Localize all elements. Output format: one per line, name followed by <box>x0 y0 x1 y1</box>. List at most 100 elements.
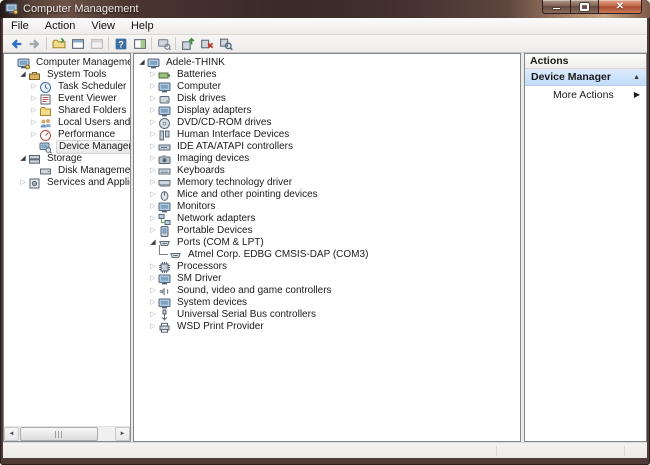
console-computer-button[interactable] <box>154 36 173 52</box>
tree-item-atmel-corp-edbg-cmsis-dap-com3[interactable]: Atmel Corp. EDBG CMSIS-DAP (COM3) <box>134 249 520 261</box>
expander-collapsed-icon[interactable]: ▷ <box>148 285 158 297</box>
close-button[interactable]: ✕ <box>599 0 642 14</box>
expander-expanded-icon[interactable]: ◢ <box>18 69 28 81</box>
export-list-button[interactable] <box>87 36 106 52</box>
tree-item-label: Sound, video and game controllers <box>175 285 334 297</box>
tree-item-label: Network adapters <box>175 213 257 225</box>
properties-button[interactable] <box>68 36 87 52</box>
tree-item-memory-technology-driver[interactable]: ▷Memory technology driver <box>134 177 520 189</box>
tb-scan-icon <box>219 37 233 51</box>
expander-expanded-icon[interactable]: ◢ <box>137 57 147 69</box>
show-hide-console-tree-button[interactable] <box>49 36 68 52</box>
scan-hardware-changes-button[interactable] <box>216 36 235 52</box>
tree-item-processors[interactable]: ▷Processors <box>134 261 520 273</box>
menu-help[interactable]: Help <box>123 18 162 34</box>
actions-group-device-manager[interactable]: Device Manager ▲ <box>525 69 646 86</box>
more-actions-item[interactable]: More Actions ▶ <box>525 86 646 103</box>
collapse-caret-icon[interactable]: ▲ <box>633 74 640 81</box>
expander-expanded-icon[interactable]: ◢ <box>18 153 28 165</box>
tree-item-ide-ata-atapi-controllers[interactable]: ▷IDE ATA/ATAPI controllers <box>134 141 520 153</box>
titlebar[interactable]: Computer Management ✕ <box>0 0 650 18</box>
tree-item-disk-drives[interactable]: ▷Disk drives <box>134 93 520 105</box>
expander-collapsed-icon[interactable]: ▷ <box>148 129 158 141</box>
expander-collapsed-icon[interactable]: ▷ <box>148 261 158 273</box>
scroll-right-arrow[interactable]: ► <box>115 427 130 441</box>
tree-item-system-devices[interactable]: ▷System devices <box>134 297 520 309</box>
expander-collapsed-icon[interactable]: ▷ <box>148 225 158 237</box>
expander-collapsed-icon[interactable]: ▷ <box>148 165 158 177</box>
console-tree-panel: Computer Management (Local◢System Tools▷… <box>3 53 131 442</box>
tree-item-sound-video-and-game-controllers[interactable]: ▷ Sound, video and game controllers <box>134 285 520 297</box>
tree-item-ports-com-lpt[interactable]: ◢Ports (COM & LPT) <box>134 237 520 249</box>
tree-item-network-adapters[interactable]: ▷ Network adapters <box>134 213 520 225</box>
tree-item-disk-management[interactable]: Disk Management <box>4 165 130 177</box>
tree-item-sm-driver[interactable]: ▷SM Driver <box>134 273 520 285</box>
tree-item-portable-devices[interactable]: ▷Portable Devices <box>134 225 520 237</box>
expander-collapsed-icon[interactable]: ▷ <box>148 81 158 93</box>
uninstall-button[interactable] <box>197 36 216 52</box>
toolbar-separator <box>108 37 109 50</box>
tree-item-adele-think[interactable]: ◢ Adele-THINK <box>134 57 520 69</box>
expander-collapsed-icon[interactable]: ▷ <box>148 189 158 201</box>
tree-item-services-and-applications[interactable]: ▷Services and Applications <box>4 177 130 189</box>
tree-item-universal-serial-bus-controllers[interactable]: ▷ Universal Serial Bus controllers <box>134 309 520 321</box>
expander-collapsed-icon[interactable]: ▷ <box>148 117 158 129</box>
tree-item-monitors[interactable]: ▷Monitors <box>134 201 520 213</box>
wsd-icon <box>158 321 172 334</box>
tree-item-computer-management-local[interactable]: Computer Management (Local <box>4 57 130 69</box>
expander-collapsed-icon[interactable]: ▷ <box>29 129 39 141</box>
tree-item-display-adapters[interactable]: ▷Display adapters <box>134 105 520 117</box>
tree-item-storage[interactable]: ◢Storage <box>4 153 130 165</box>
expander-collapsed-icon[interactable]: ▷ <box>18 177 28 189</box>
expander-collapsed-icon[interactable]: ▷ <box>148 93 158 105</box>
expander-collapsed-icon[interactable]: ▷ <box>148 141 158 153</box>
scroll-left-arrow[interactable]: ◄ <box>4 427 19 441</box>
expander-collapsed-icon[interactable]: ▷ <box>148 321 158 333</box>
tree-item-imaging-devices[interactable]: ▷Imaging devices <box>134 153 520 165</box>
expander-collapsed-icon[interactable]: ▷ <box>148 177 158 189</box>
tree-item-computer[interactable]: ▷Computer <box>134 81 520 93</box>
tree-item-task-scheduler[interactable]: ▷Task Scheduler <box>4 81 130 93</box>
tree-item-shared-folders[interactable]: ▷Shared Folders <box>4 105 130 117</box>
horizontal-scrollbar[interactable]: ◄ ► <box>4 426 130 441</box>
update-driver-button[interactable] <box>178 36 197 52</box>
help-button[interactable]: ? <box>111 36 130 52</box>
scrollbar-track[interactable] <box>19 427 115 441</box>
expander-collapsed-icon[interactable]: ▷ <box>148 105 158 117</box>
tree-item-keyboards[interactable]: ▷Keyboards <box>134 165 520 177</box>
expander-collapsed-icon[interactable]: ▷ <box>148 153 158 165</box>
tree-item-label: Adele-THINK <box>164 57 227 69</box>
expander-collapsed-icon[interactable]: ▷ <box>29 105 39 117</box>
expander-collapsed-icon[interactable]: ▷ <box>29 81 39 93</box>
expander-collapsed-icon[interactable]: ▷ <box>148 69 158 81</box>
tree-item-dvd-cd-rom-drives[interactable]: ▷DVD/CD-ROM drives <box>134 117 520 129</box>
tree-item-wsd-print-provider[interactable]: ▷WSD Print Provider <box>134 321 520 333</box>
expander-collapsed-icon[interactable]: ▷ <box>29 117 39 129</box>
back-button[interactable] <box>6 36 25 52</box>
forward-button[interactable] <box>25 36 44 52</box>
expander-collapsed-icon[interactable]: ▷ <box>148 297 158 309</box>
expander-collapsed-icon[interactable]: ▷ <box>29 93 39 105</box>
menu-view[interactable]: View <box>83 18 123 34</box>
tree-item-batteries[interactable]: ▷Batteries <box>134 69 520 81</box>
tree-item-local-users-and-groups[interactable]: ▷ Local Users and Groups <box>4 117 130 129</box>
expander-collapsed-icon[interactable]: ▷ <box>148 273 158 285</box>
scrollbar-thumb[interactable] <box>20 427 98 441</box>
expander-collapsed-icon[interactable]: ▷ <box>148 309 158 321</box>
show-hide-action-pane-button[interactable] <box>130 36 149 52</box>
menu-action[interactable]: Action <box>37 18 84 34</box>
expander-expanded-icon[interactable]: ◢ <box>148 237 158 249</box>
tree-item-mice-and-other-pointing-devices[interactable]: ▷Mice and other pointing devices <box>134 189 520 201</box>
tree-item-label: Local Users and Groups <box>56 117 131 129</box>
tree-item-human-interface-devices[interactable]: ▷Human Interface Devices <box>134 129 520 141</box>
maximize-button[interactable] <box>571 0 599 14</box>
expander-collapsed-icon[interactable]: ▷ <box>148 213 158 225</box>
menu-file[interactable]: File <box>3 18 37 34</box>
tree-item-label: Universal Serial Bus controllers <box>175 309 318 321</box>
expander-collapsed-icon[interactable]: ▷ <box>148 201 158 213</box>
toolbar-separator <box>151 37 152 50</box>
tree-item-device-manager[interactable]: Device Manager <box>4 141 130 153</box>
tree-item-system-tools[interactable]: ◢System Tools <box>4 69 130 81</box>
tree-item-event-viewer[interactable]: ▷Event Viewer <box>4 93 130 105</box>
minimize-button[interactable] <box>542 0 571 14</box>
